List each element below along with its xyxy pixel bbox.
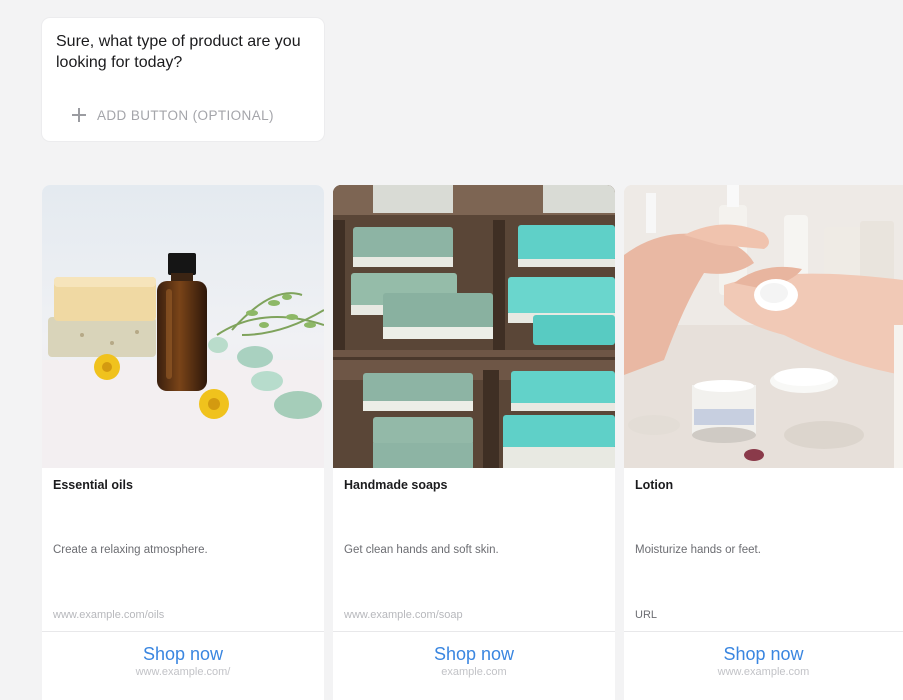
- shop-now-url: example.com: [441, 666, 507, 678]
- handmade-soaps-image[interactable]: [333, 185, 615, 468]
- shop-now-label: Shop now: [142, 644, 224, 664]
- message-bubble[interactable]: Sure, what type of product are you looki…: [42, 18, 324, 141]
- card-url[interactable]: www.example.com/oils: [53, 609, 164, 621]
- card-description[interactable]: Create a relaxing atmosphere.: [53, 544, 208, 556]
- card-title[interactable]: Lotion: [635, 478, 673, 492]
- shop-now-url: www.example.com: [717, 666, 810, 678]
- plus-icon: [72, 108, 86, 122]
- shop-now-label: Shop now: [723, 644, 804, 664]
- card-divider: [624, 631, 903, 632]
- product-card-handmade-soaps[interactable]: Handmade soaps Get clean hands and soft …: [333, 185, 615, 700]
- product-card-essential-oils[interactable]: Essential oils Create a relaxing atmosph…: [42, 185, 324, 700]
- shop-now-button[interactable]: Shop now www.example.com/: [42, 643, 324, 679]
- shop-now-label: Shop now: [433, 644, 515, 664]
- card-divider: [42, 631, 324, 632]
- shop-now-button[interactable]: Shop now example.com: [333, 643, 615, 679]
- card-description[interactable]: Moisturize hands or feet.: [635, 544, 761, 556]
- card-url[interactable]: www.example.com/soap: [344, 609, 463, 621]
- essential-oils-image[interactable]: [42, 185, 324, 468]
- lotion-illustration: [624, 185, 903, 468]
- shop-now-url: www.example.com/: [135, 666, 231, 678]
- card-url[interactable]: URL: [635, 609, 657, 621]
- card-title[interactable]: Handmade soaps: [344, 478, 448, 492]
- essential-oils-illustration: [42, 185, 324, 468]
- lotion-image[interactable]: [624, 185, 903, 468]
- card-description[interactable]: Get clean hands and soft skin.: [344, 544, 499, 556]
- message-text[interactable]: Sure, what type of product are you looki…: [56, 31, 318, 73]
- shop-now-button[interactable]: Shop now www.example.com: [624, 643, 903, 679]
- card-title[interactable]: Essential oils: [53, 478, 133, 492]
- product-card-lotion[interactable]: Lotion Moisturize hands or feet. URL Sho…: [624, 185, 903, 700]
- carousel-canvas: Sure, what type of product are you looki…: [0, 0, 903, 700]
- card-divider: [333, 631, 615, 632]
- add-button-label: ADD BUTTON (OPTIONAL): [97, 107, 274, 123]
- handmade-soaps-illustration: [333, 185, 615, 468]
- add-button[interactable]: ADD BUTTON (OPTIONAL): [72, 104, 274, 126]
